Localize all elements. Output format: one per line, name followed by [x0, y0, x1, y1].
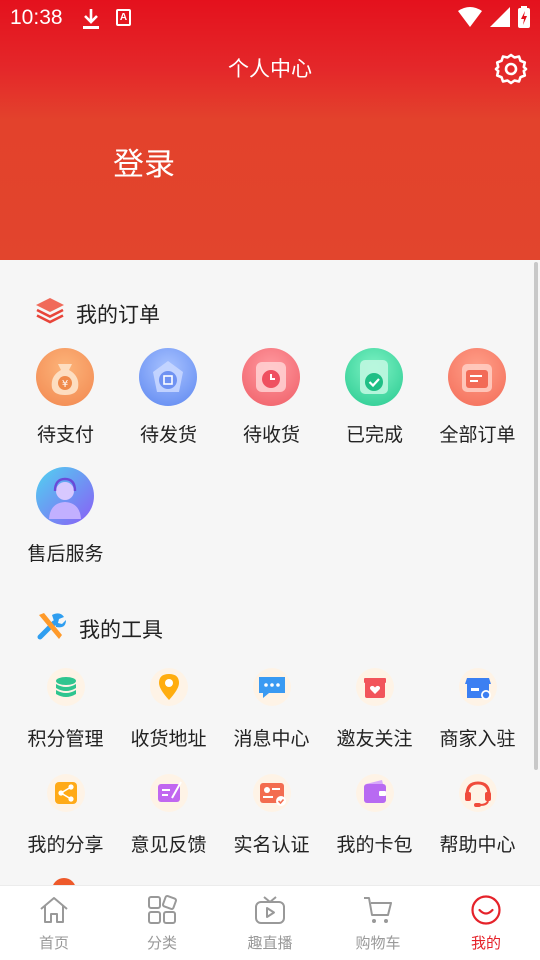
id-card-icon [253, 774, 291, 812]
category-icon [148, 895, 177, 924]
tab-category[interactable]: 分类 [108, 886, 216, 960]
live-tv-icon [255, 896, 285, 924]
tool-points[interactable]: 积分管理 [14, 668, 117, 750]
tool-label: 我的分享 [27, 835, 104, 856]
clock-icon [242, 348, 300, 406]
tools-section-title: 我的工具 [79, 619, 163, 642]
order-label: 售后服务 [27, 544, 104, 565]
tool-address[interactable]: 收货地址 [117, 668, 220, 750]
login-button[interactable]: 登录 [113, 139, 175, 184]
tab-mine[interactable]: 我的 [432, 886, 540, 960]
message-icon [253, 668, 291, 706]
points-icon [47, 668, 85, 706]
tool-share[interactable]: 我的分享 [14, 774, 117, 856]
home-icon [40, 897, 68, 923]
headset-icon [459, 774, 497, 812]
tab-label: 首页 [38, 935, 69, 952]
tool-help[interactable]: 帮助中心 [426, 774, 529, 856]
order-label: 已完成 [345, 425, 403, 446]
tool-card-wallet[interactable]: 我的卡包 [323, 774, 426, 856]
tool-label: 收货地址 [130, 729, 207, 750]
app-notification-icon: A [116, 9, 131, 26]
tool-feedback[interactable]: 意见反馈 [117, 774, 220, 856]
tool-label: 意见反馈 [130, 835, 207, 856]
tab-label: 我的 [470, 935, 501, 952]
order-pending-receipt[interactable]: 待收货 [220, 348, 323, 448]
tool-label: 实名认证 [233, 835, 310, 856]
tool-merchant[interactable]: 商家入驻 [426, 668, 529, 750]
settings-gear-icon[interactable] [494, 52, 528, 86]
scrollbar[interactable] [534, 262, 538, 770]
download-icon [83, 9, 99, 29]
tool-label: 帮助中心 [439, 835, 516, 856]
status-indicators [458, 6, 530, 28]
tool-invite[interactable]: 邀友关注 [323, 668, 426, 750]
tab-label: 购物车 [355, 935, 401, 952]
tool-label: 积分管理 [27, 729, 104, 750]
orders-section-title: 我的订单 [76, 304, 160, 327]
tool-label: 消息中心 [233, 729, 310, 750]
order-label: 待收货 [242, 425, 300, 446]
status-bar: 10:38 A [0, 0, 540, 38]
tool-label: 我的卡包 [336, 835, 413, 856]
tool-label: 邀友关注 [336, 729, 413, 750]
order-completed[interactable]: 已完成 [323, 348, 426, 448]
order-label: 待支付 [36, 425, 94, 446]
tab-home[interactable]: 首页 [0, 886, 108, 960]
wifi-icon [458, 7, 482, 27]
list-icon [448, 348, 506, 406]
battery-icon [518, 6, 530, 28]
order-all[interactable]: 全部订单 [426, 348, 529, 448]
gift-icon [356, 668, 394, 706]
customer-service-icon [36, 467, 94, 525]
order-after-sales[interactable]: 售后服务 [14, 467, 117, 567]
card-wallet-icon [356, 774, 394, 812]
share-icon [47, 774, 85, 812]
tab-cart[interactable]: 购物车 [324, 886, 432, 960]
status-time: 10:38 [10, 6, 63, 29]
profile-smile-icon [471, 895, 501, 925]
package-icon [139, 348, 197, 406]
page-title: 个人中心 [228, 58, 312, 81]
tab-label: 分类 [146, 935, 177, 952]
cart-icon [364, 897, 392, 923]
wallet-icon: ¥ [36, 348, 94, 406]
location-icon [150, 668, 188, 706]
order-pending-shipment[interactable]: 待发货 [117, 348, 220, 448]
feedback-icon [150, 774, 188, 812]
order-label: 待发货 [139, 425, 197, 446]
order-label: 全部订单 [439, 425, 516, 446]
orders-stack-icon [36, 298, 64, 324]
bottom-tab-bar: 首页 分类 趣直播 购物车 我的 [0, 885, 540, 960]
tools-wrench-icon [37, 613, 66, 640]
order-pending-payment[interactable]: ¥ 待支付 [14, 348, 117, 448]
tab-label: 趣直播 [247, 935, 293, 952]
store-icon [459, 668, 497, 706]
tool-label: 商家入驻 [439, 729, 516, 750]
tool-messages[interactable]: 消息中心 [220, 668, 323, 750]
check-icon [345, 348, 403, 406]
tool-verification[interactable]: 实名认证 [220, 774, 323, 856]
tab-live[interactable]: 趣直播 [216, 886, 324, 960]
signal-icon [490, 7, 510, 27]
header-banner: 10:38 A 个人中心 登录 [0, 0, 540, 260]
svg-text:¥: ¥ [62, 379, 68, 390]
